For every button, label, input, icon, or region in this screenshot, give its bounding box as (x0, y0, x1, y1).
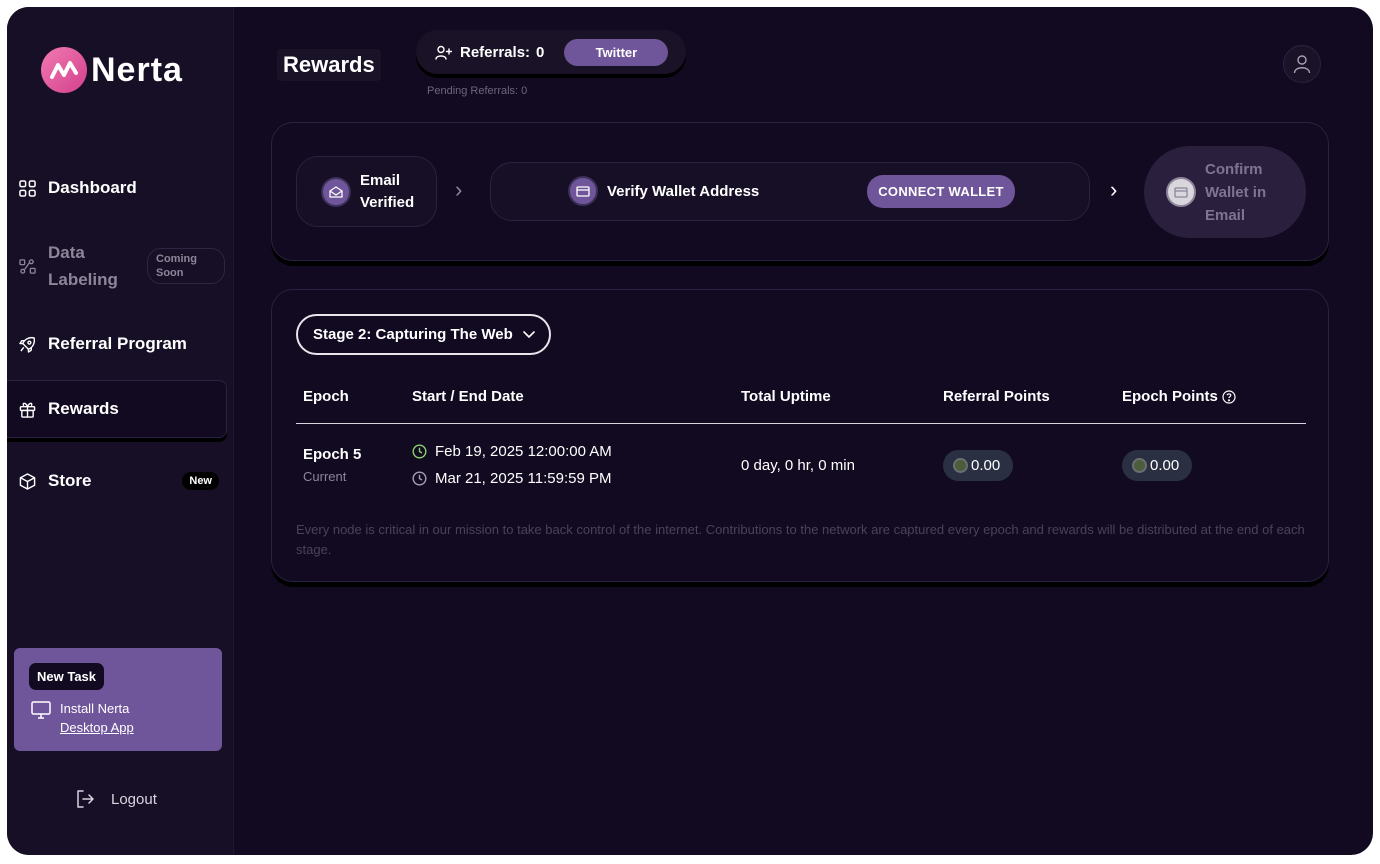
column-header: Referral Points (943, 388, 1050, 405)
points-coin-icon (953, 458, 968, 473)
chevron-down-icon (522, 330, 535, 338)
step-label: Confirm Wallet in Email (1205, 160, 1267, 224)
profile-avatar-button[interactable] (1283, 45, 1321, 83)
task-line: Install Nerta (60, 701, 130, 716)
column-header: Epoch (303, 388, 349, 405)
clock-start-icon (412, 444, 427, 459)
sidebar: Nerta Dashboard Data Labeling Coming Soo… (7, 7, 234, 855)
column-header: Start / End Date (412, 388, 524, 405)
step-verify-wallet: Verify Wallet Address CONNECT WALLET (490, 162, 1090, 221)
pending-referrals: Pending Referrals: 0 (427, 85, 528, 97)
coming-soon-badge: Coming Soon (147, 248, 225, 284)
sidebar-item-data-labeling: Data Labeling Coming Soon (7, 239, 227, 293)
data-labeling-icon (19, 258, 36, 274)
wallet-card-icon (1166, 177, 1196, 207)
referral-points-value: 0.00 (971, 457, 1001, 474)
sidebar-item-store[interactable]: Store New (7, 468, 227, 494)
referral-points-badge: 0.00 (943, 450, 1013, 481)
epoch-name: Epoch 5 (303, 446, 362, 463)
app-window: Nerta Dashboard Data Labeling Coming Soo… (7, 7, 1373, 855)
header-divider (296, 423, 1306, 424)
wallet-card-icon (568, 176, 598, 206)
page-title: Rewards (277, 49, 381, 81)
new-task-tag: New Task (29, 663, 105, 690)
step-label: Verify Wallet Address (607, 183, 760, 200)
sidebar-item-rewards[interactable]: Rewards (7, 380, 227, 438)
grid-icon (19, 179, 36, 197)
rocket-icon (19, 336, 36, 353)
rewards-footnote: Every node is critical in our mission to… (296, 522, 1305, 557)
nerta-logo-icon (41, 47, 87, 93)
chevron-right-icon: › (455, 177, 463, 202)
referrals-pill: Referrals: 0 Twitter (416, 30, 686, 74)
logout-button[interactable]: Logout (75, 789, 157, 809)
step-email-verified: Email Verified (296, 156, 437, 227)
chevron-right-icon: › (1110, 177, 1118, 202)
sidebar-item-label: Dashboard (48, 178, 137, 197)
rewards-table-card: Stage 2: Capturing The Web Epoch Start /… (271, 289, 1329, 582)
referrals-label: Referrals: (460, 43, 531, 61)
wallet-steps-card: Email Verified › Verify Wallet Address C… (271, 122, 1329, 261)
sidebar-item-dashboard[interactable]: Dashboard (7, 175, 227, 201)
epoch-points-value: 0.00 (1150, 457, 1180, 474)
brand-name: Nerta (91, 50, 183, 89)
stage-dropdown[interactable]: Stage 2: Capturing The Web (296, 314, 551, 355)
desktop-app-link[interactable]: Desktop App (60, 718, 134, 737)
epoch-status: Current (303, 469, 347, 484)
sidebar-item-label: Store (48, 471, 92, 490)
help-circle-icon[interactable] (1222, 389, 1236, 404)
logo[interactable]: Nerta (41, 47, 183, 93)
sidebar-item-label: Referral Program (48, 334, 187, 353)
task-description: Install Nerta Desktop App (60, 699, 134, 737)
column-header: Epoch Points (1122, 388, 1218, 405)
sidebar-item-referral-program[interactable]: Referral Program (7, 331, 227, 357)
twitter-button[interactable]: Twitter (564, 38, 669, 66)
epoch-points-badge: 0.00 (1122, 450, 1192, 481)
stage-dropdown-value: Stage 2: Capturing The Web (313, 326, 513, 343)
add-user-icon (435, 45, 452, 60)
new-badge: New (182, 472, 219, 490)
new-task-card: New Task Install Nerta Desktop App (14, 648, 222, 751)
end-date-value: Mar 21, 2025 11:59:59 PM (435, 470, 612, 487)
step-confirm-wallet: Confirm Wallet in Email (1144, 146, 1306, 238)
step-label: Email Verified (360, 171, 415, 211)
referrals-count: 0 (536, 43, 545, 61)
envelope-icon (321, 176, 351, 207)
column-header: Total Uptime (741, 388, 831, 405)
sidebar-item-label: Data Labeling (48, 243, 118, 289)
start-date: Feb 19, 2025 12:00:00 AM (412, 443, 612, 460)
end-date: Mar 21, 2025 11:59:59 PM (412, 470, 612, 487)
gift-icon (19, 402, 36, 418)
column-header-epoch-points: Epoch Points (1122, 388, 1236, 405)
logout-label: Logout (111, 790, 157, 808)
monitor-icon (31, 701, 51, 719)
total-uptime: 0 day, 0 hr, 0 min (741, 457, 855, 474)
clock-end-icon (412, 471, 427, 486)
connect-wallet-button[interactable]: CONNECT WALLET (867, 175, 1015, 208)
logout-icon (77, 790, 94, 808)
sidebar-item-label: Rewards (48, 399, 119, 418)
points-coin-icon (1132, 458, 1147, 473)
user-icon (1293, 55, 1311, 74)
start-date-value: Feb 19, 2025 12:00:00 AM (435, 443, 612, 460)
cube-icon (19, 472, 36, 490)
